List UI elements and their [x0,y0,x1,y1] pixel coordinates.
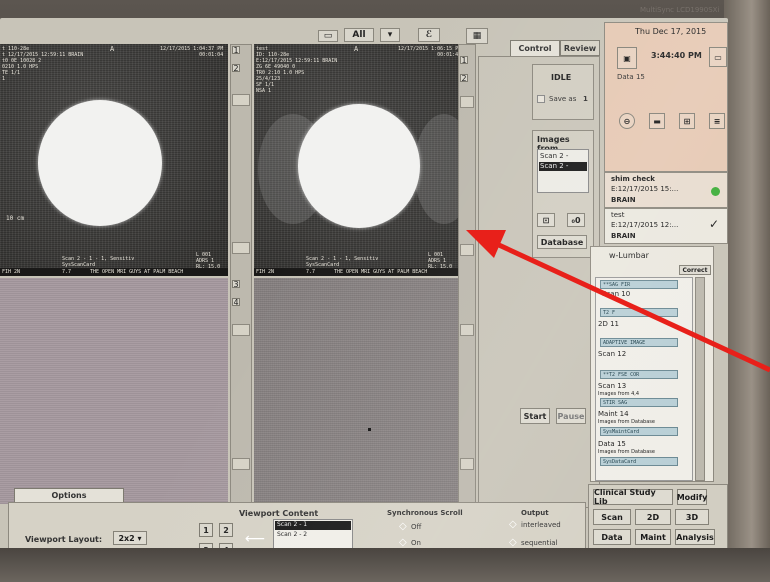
annotation-arrow [466,230,770,373]
arrow-head-icon [466,230,506,258]
arrow-shaft [486,237,770,373]
